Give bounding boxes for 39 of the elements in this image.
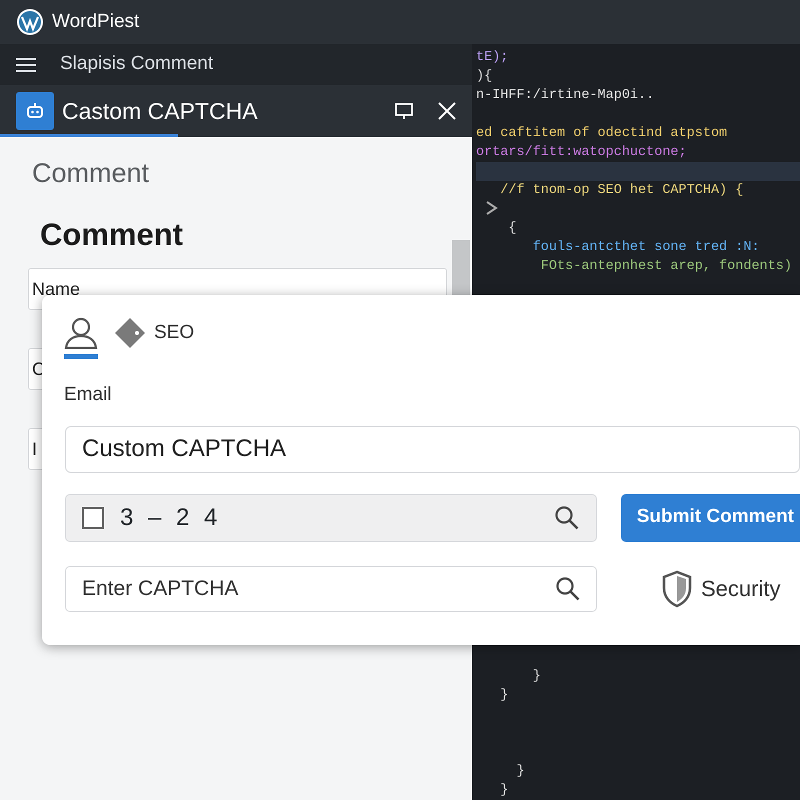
code-line: FOts-antepnhest arep, fondents) xyxy=(540,258,792,276)
captcha-input-field[interactable]: Enter CAPTCHA xyxy=(65,566,597,612)
code-line: n-IHFF:/irtine-Map0i.. xyxy=(476,87,654,105)
code-line: } xyxy=(516,763,525,781)
email-field[interactable]: Custom CAPTCHA xyxy=(65,426,800,472)
captcha-code: 3 – 2 4 xyxy=(120,502,218,532)
app-title: WordPiest xyxy=(52,10,140,34)
tab[interactable] xyxy=(64,317,98,359)
code-line: } xyxy=(499,687,508,705)
security-label: Security xyxy=(701,575,780,603)
section-heading: Comment xyxy=(40,216,184,254)
submit-button[interactable]: Submit Comment xyxy=(620,494,800,542)
tab[interactable]: SEO xyxy=(114,317,194,359)
tag-icon xyxy=(114,317,146,349)
code-line: ){ xyxy=(476,68,492,86)
code-line: tE); xyxy=(476,49,508,67)
code-line: } xyxy=(499,782,508,800)
code-line: fouls-antcthet sone tred :N: xyxy=(532,239,760,257)
field-label: Email xyxy=(64,383,113,407)
section-subtitle: Comment xyxy=(32,157,150,190)
scrollbar[interactable] xyxy=(452,240,470,296)
code-line: ortars/fitt:watopchuctone; xyxy=(476,144,687,162)
toolbar-title: Slapisis Comment xyxy=(60,52,214,76)
dialog-title: Castom CAPTCHA xyxy=(62,96,259,126)
code-line: } xyxy=(532,668,541,686)
robot-icon xyxy=(16,92,54,130)
close-icon[interactable] xyxy=(438,102,456,120)
wordpress-logo xyxy=(16,8,44,36)
monitor-icon[interactable] xyxy=(394,101,414,121)
code-line: ed caftitem of odectind atpstom xyxy=(476,125,728,143)
menu-icon[interactable] xyxy=(16,56,36,72)
captcha-field[interactable]: 3 – 2 4 xyxy=(65,494,597,542)
checkbox[interactable] xyxy=(82,506,104,528)
shield-icon xyxy=(661,570,693,608)
search-icon[interactable] xyxy=(555,576,581,602)
person-icon xyxy=(64,317,98,349)
code-line: //f tnom-op SEO het CAPTCHA) { xyxy=(499,182,744,200)
search-icon[interactable] xyxy=(554,504,580,530)
code-line: { xyxy=(507,220,517,238)
